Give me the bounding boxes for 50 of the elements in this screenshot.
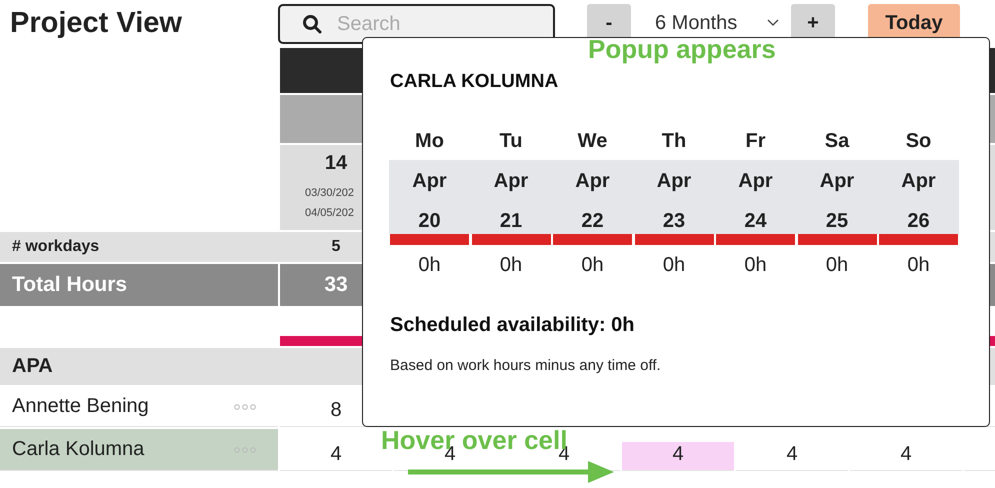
caret-icon: [767, 19, 779, 27]
day-hours: 0h: [417, 253, 442, 278]
day-hours: 0h: [580, 253, 605, 278]
person-name: Carla Kolumna: [12, 438, 144, 461]
day-hours: 0h: [662, 253, 686, 278]
person-name: Annette Bening: [12, 395, 149, 418]
availability-note: Based on work hours minus any time off.: [390, 357, 662, 374]
week-date: 03/30/202: [304, 186, 354, 201]
weekday-label: So: [904, 129, 932, 154]
hours-cell[interactable]: 4: [850, 442, 962, 471]
day-number: 22: [552, 197, 634, 234]
search-icon: [302, 14, 322, 34]
availability-summary: Scheduled availability: 0h: [390, 314, 636, 337]
month-label: Apr: [796, 160, 878, 197]
weekday-label: Th: [660, 129, 688, 154]
day-number: 20: [388, 197, 470, 234]
person-row-header[interactable]: Annette Bening: [0, 387, 278, 427]
day-number: 25: [796, 197, 878, 234]
hours-cell[interactable]: 4: [736, 442, 848, 471]
weekday-label: We: [576, 129, 608, 154]
month-label: Apr: [552, 160, 634, 197]
month-label: Apr: [633, 160, 715, 197]
day-number: 23: [633, 197, 715, 234]
month-label: Apr: [470, 160, 552, 197]
weekday-label: Fr: [744, 129, 766, 154]
more-icon: [234, 404, 256, 410]
day-hours: 0h: [824, 253, 850, 278]
month-label: Apr: [878, 160, 960, 197]
weekday-label: Sa: [824, 129, 850, 154]
day-hours: 0h: [743, 253, 768, 278]
person-row-header[interactable]: Carla Kolumna: [0, 429, 278, 471]
week-date: 04/05/202: [304, 206, 354, 221]
week-number: 14: [324, 152, 348, 175]
page-title: Project View: [9, 6, 183, 40]
month-label: Apr: [388, 160, 470, 197]
more-icon: [234, 446, 256, 452]
day-hours: 0h: [498, 253, 524, 278]
day-hours: 0h: [906, 253, 931, 278]
arrow-icon: [408, 461, 614, 483]
range-select[interactable]: 6 Months: [631, 12, 791, 34]
summary-label: # workdays: [0, 232, 280, 262]
weekday-label: Mo: [414, 129, 445, 154]
month-label: Apr: [714, 160, 796, 197]
summary-label: Total Hours: [0, 264, 278, 306]
popup-title: CARLA KOLUMNA: [390, 71, 560, 93]
hours-cell[interactable]: 4: [622, 442, 734, 471]
day-number: 26: [878, 197, 960, 234]
day-number: 21: [470, 197, 552, 234]
weekday-label: Tu: [498, 129, 524, 154]
day-number: 24: [714, 197, 796, 234]
